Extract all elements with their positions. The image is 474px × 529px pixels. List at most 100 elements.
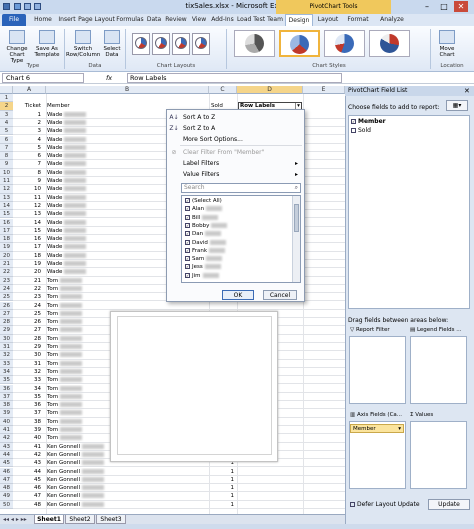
close-icon[interactable]: ✕ (454, 1, 468, 12)
cell-count[interactable]: 1 (222, 468, 235, 476)
checkbox-icon[interactable] (351, 128, 356, 133)
row-header[interactable]: 33 (0, 359, 13, 368)
switch-row-column-button[interactable]: Switch Row/Column (66, 30, 100, 58)
column-header-e[interactable]: E (303, 86, 345, 94)
row-header[interactable]: 36 (0, 384, 13, 393)
checkbox-checked-icon[interactable]: ✓ (185, 206, 190, 212)
cell-ticket[interactable]: 40 (14, 434, 45, 442)
chart-style-1[interactable] (234, 30, 275, 57)
cell-ticket[interactable]: 27 (14, 326, 45, 334)
cell-member[interactable]: Ken Gonnell (47, 501, 107, 509)
row-header[interactable]: 22 (0, 268, 13, 277)
row-header[interactable]: 41 (0, 426, 13, 435)
cell-ticket[interactable]: 43 (14, 459, 45, 467)
cell-member[interactable]: Ken Gonnell (47, 484, 107, 492)
cell-ticket[interactable]: 19 (14, 260, 45, 268)
report-filter-zone[interactable] (349, 336, 406, 404)
row-header[interactable]: 7 (0, 143, 13, 153)
cell-member[interactable]: Tom (47, 343, 107, 351)
row-header[interactable]: 37 (0, 392, 13, 402)
filter-list-item[interactable]: ✓ Bill (185, 214, 219, 222)
tab-home[interactable]: Home (30, 14, 56, 26)
cell-member[interactable]: Tom (47, 285, 107, 293)
row-header[interactable]: 35 (0, 376, 13, 385)
cell-member[interactable]: Wade (47, 219, 107, 227)
cell-ticket[interactable]: 31 (14, 360, 45, 368)
ok-button[interactable]: OK (222, 290, 254, 300)
cell-ticket[interactable]: 45 (14, 476, 45, 484)
cell-member[interactable]: Tom (47, 360, 107, 368)
checkbox-checked-icon[interactable]: ✓ (185, 256, 190, 262)
cell-ticket[interactable]: 12 (14, 202, 45, 210)
cell-member[interactable]: Wade (47, 177, 107, 185)
row-header[interactable]: 3 (0, 110, 13, 119)
row-header[interactable]: 14 (0, 201, 13, 211)
cell-ticket[interactable]: 7 (14, 160, 45, 168)
row-header[interactable]: 9 (0, 160, 13, 169)
row-header[interactable]: 43 (0, 442, 13, 451)
row-header[interactable]: 32 (0, 351, 13, 360)
defer-layout-update[interactable]: Defer Layout Update (350, 501, 420, 508)
cell-ticket[interactable]: 33 (14, 376, 45, 384)
column-header-d[interactable]: D (237, 86, 303, 94)
cell-ticket[interactable]: 10 (14, 185, 45, 193)
label-filters-item[interactable]: Label Filters (183, 159, 219, 169)
select-data-button[interactable]: Select Data (101, 30, 123, 58)
cell-ticket[interactable]: 35 (14, 393, 45, 401)
cell-ticket[interactable]: 14 (14, 219, 45, 227)
tab-view[interactable]: View (189, 14, 209, 26)
row-header[interactable]: 24 (0, 284, 13, 294)
cell-ticket[interactable]: 25 (14, 310, 45, 318)
cell-member[interactable]: Wade (47, 111, 107, 119)
cell-member[interactable]: Ken Gonnell (47, 476, 107, 484)
filter-list-item[interactable]: ✓ Dan (185, 230, 222, 238)
cell-member[interactable]: Wade (47, 243, 107, 251)
field-sold[interactable]: Sold (351, 126, 371, 135)
cell-member[interactable]: Ken Gonnell (47, 451, 107, 459)
cell-member[interactable]: Tom (47, 409, 107, 417)
cell-member[interactable]: Tom (47, 418, 107, 426)
column-header-b[interactable]: B (46, 86, 209, 94)
checkbox-checked-icon[interactable]: ✓ (351, 119, 356, 124)
cell-member[interactable]: Tom (47, 368, 107, 376)
cell-ticket[interactable]: 32 (14, 368, 45, 376)
row-header[interactable]: 10 (0, 168, 13, 177)
name-box[interactable]: Chart 6 (2, 73, 84, 83)
row-header[interactable]: 8 (0, 152, 13, 161)
update-button[interactable]: Update (428, 499, 470, 510)
values-zone[interactable] (410, 421, 467, 489)
cell-ticket[interactable]: 42 (14, 451, 45, 459)
row-header[interactable]: 44 (0, 450, 13, 460)
tab-format[interactable]: Format (344, 14, 372, 26)
row-header[interactable]: 47 (0, 475, 13, 485)
cell-member[interactable]: Ken Gonnell (47, 443, 107, 451)
cell-member[interactable]: Ken Gonnell (47, 459, 107, 467)
cell-member[interactable]: Wade (47, 252, 107, 260)
cell-member[interactable]: Tom (47, 393, 107, 401)
row-header[interactable]: 42 (0, 434, 13, 443)
tab-insert[interactable]: Insert (56, 14, 78, 26)
row-header[interactable]: 12 (0, 185, 13, 194)
sheet-tab-2[interactable]: Sheet2 (65, 515, 95, 524)
cell-member[interactable]: Wade (47, 127, 107, 135)
row-header[interactable]: 27 (0, 309, 13, 319)
checkbox-icon[interactable] (350, 502, 355, 507)
cell-count[interactable]: 1 (222, 476, 235, 484)
cell-ticket[interactable]: 28 (14, 335, 45, 343)
column-header-c[interactable]: C (209, 86, 237, 94)
checkbox-checked-icon[interactable]: ✓ (185, 247, 190, 253)
change-chart-type-button[interactable]: Change Chart Type (3, 30, 31, 64)
row-header[interactable]: 28 (0, 318, 13, 327)
row-header[interactable]: 50 (0, 500, 13, 509)
cancel-button[interactable]: Cancel (263, 290, 297, 300)
row-header[interactable]: 23 (0, 276, 13, 285)
chart-style-2[interactable] (279, 30, 320, 57)
cell-ticket[interactable]: 22 (14, 285, 45, 293)
more-sort-options-item[interactable]: More Sort Options... (183, 135, 243, 145)
chart-layout-3[interactable] (172, 33, 190, 55)
cell-ticket[interactable]: 38 (14, 418, 45, 426)
cell-member[interactable]: Wade (47, 136, 107, 144)
value-filters-item[interactable]: Value Filters (183, 170, 219, 180)
filter-search-input[interactable]: Search ⌕ (181, 183, 301, 193)
row-header[interactable]: 17 (0, 226, 13, 236)
